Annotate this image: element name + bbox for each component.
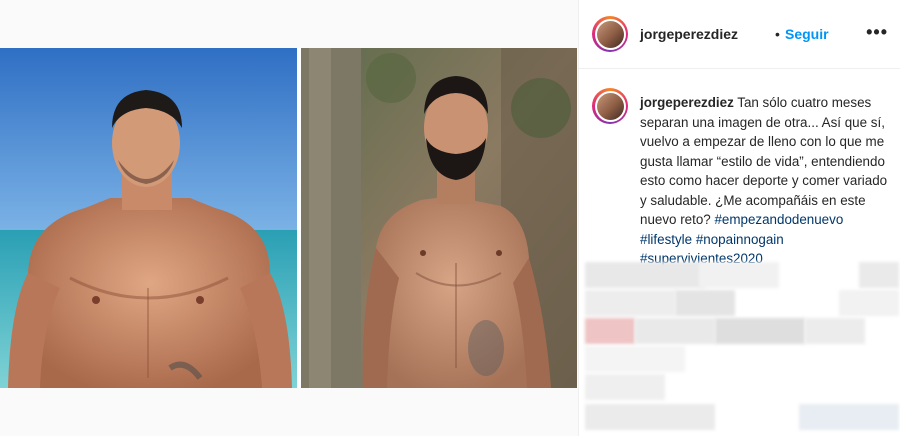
caption-avatar-image: [596, 92, 624, 120]
hashtag-nopainnogain[interactable]: #nopainnogain: [696, 232, 784, 247]
blur-block: [699, 262, 779, 288]
blur-block: [839, 290, 899, 316]
blur-block: [805, 318, 865, 344]
blur-block: [585, 262, 705, 288]
caption-username[interactable]: jorgeperezdiez: [640, 95, 734, 110]
avatar-image: [596, 20, 624, 48]
post-media[interactable]: [0, 0, 579, 436]
blur-block: [799, 404, 899, 430]
photo-beach: [0, 48, 297, 388]
caption-avatar[interactable]: [592, 88, 628, 124]
blur-block: [585, 374, 665, 400]
blur-block: [859, 262, 899, 288]
avatar[interactable]: [592, 16, 628, 52]
blur-block: [585, 318, 635, 344]
blur-block: [585, 346, 685, 372]
beach-portrait-photo: [0, 48, 297, 388]
more-options-icon[interactable]: •••: [866, 22, 888, 43]
author-username[interactable]: jorgeperezdiez: [640, 26, 738, 42]
hashtag-empezandodenuevo[interactable]: #empezandodenuevo: [714, 212, 843, 227]
blur-block: [635, 318, 715, 344]
post-header: jorgeperezdiez • Seguir •••: [579, 0, 900, 69]
follow-button[interactable]: Seguir: [785, 26, 829, 42]
blurred-comments: [579, 258, 900, 436]
hashtag-lifestyle[interactable]: #lifestyle: [640, 232, 692, 247]
blur-block: [585, 290, 675, 316]
caption-text: jorgeperezdiez Tan sólo cuatro meses sep…: [640, 93, 892, 269]
instagram-post: jorgeperezdiez • Seguir ••• jorgeperezdi…: [0, 0, 900, 436]
header-separator: •: [775, 26, 780, 42]
jungle-portrait-photo: [301, 48, 577, 388]
photo-jungle: [301, 48, 577, 388]
post-sidebar: jorgeperezdiez • Seguir ••• jorgeperezdi…: [579, 0, 900, 436]
blur-block: [715, 318, 805, 344]
blur-block: [675, 290, 735, 316]
blur-block: [585, 404, 715, 430]
caption-body: Tan sólo cuatro meses separan una imagen…: [640, 95, 888, 227]
